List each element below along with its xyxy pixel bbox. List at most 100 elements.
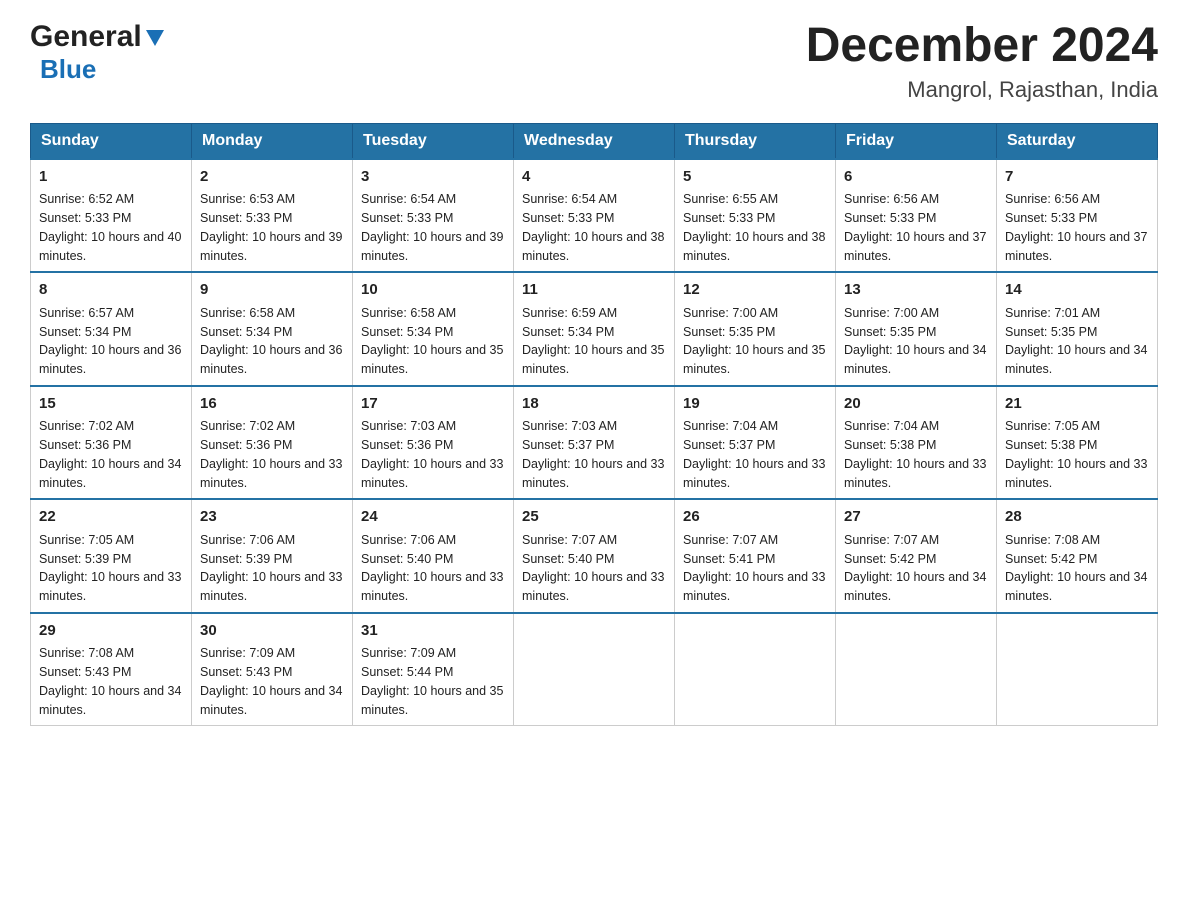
logo-general-text: General (30, 20, 142, 54)
day-number: 29 (39, 620, 183, 643)
day-number: 28 (1005, 506, 1149, 529)
sunset-text: Sunset: 5:33 PM (39, 209, 183, 228)
sunrise-text: Sunrise: 7:05 AM (1005, 417, 1149, 436)
sunset-text: Sunset: 5:44 PM (361, 663, 505, 682)
daylight-text: Daylight: 10 hours and 37 minutes. (844, 228, 988, 266)
day-number: 18 (522, 393, 666, 416)
sunrise-text: Sunrise: 6:54 AM (522, 190, 666, 209)
calendar-cell: 20Sunrise: 7:04 AMSunset: 5:38 PMDayligh… (836, 386, 997, 500)
daylight-text: Daylight: 10 hours and 34 minutes. (200, 682, 344, 720)
calendar-cell: 28Sunrise: 7:08 AMSunset: 5:42 PMDayligh… (997, 499, 1158, 613)
sunset-text: Sunset: 5:33 PM (200, 209, 344, 228)
calendar-cell: 30Sunrise: 7:09 AMSunset: 5:43 PMDayligh… (192, 613, 353, 726)
calendar-cell: 17Sunrise: 7:03 AMSunset: 5:36 PMDayligh… (353, 386, 514, 500)
calendar-cell: 26Sunrise: 7:07 AMSunset: 5:41 PMDayligh… (675, 499, 836, 613)
daylight-text: Daylight: 10 hours and 38 minutes. (683, 228, 827, 266)
sunrise-text: Sunrise: 7:04 AM (683, 417, 827, 436)
calendar-cell: 12Sunrise: 7:00 AMSunset: 5:35 PMDayligh… (675, 272, 836, 386)
sunset-text: Sunset: 5:35 PM (683, 323, 827, 342)
calendar-header-row: SundayMondayTuesdayWednesdayThursdayFrid… (31, 123, 1158, 159)
daylight-text: Daylight: 10 hours and 36 minutes. (200, 341, 344, 379)
sunrise-text: Sunrise: 7:02 AM (39, 417, 183, 436)
calendar-cell: 4Sunrise: 6:54 AMSunset: 5:33 PMDaylight… (514, 159, 675, 273)
sunset-text: Sunset: 5:40 PM (522, 550, 666, 569)
sunrise-text: Sunrise: 7:03 AM (361, 417, 505, 436)
calendar-cell: 29Sunrise: 7:08 AMSunset: 5:43 PMDayligh… (31, 613, 192, 726)
day-number: 15 (39, 393, 183, 416)
calendar-cell: 1Sunrise: 6:52 AMSunset: 5:33 PMDaylight… (31, 159, 192, 273)
logo: General Blue (30, 20, 166, 85)
day-number: 4 (522, 166, 666, 189)
daylight-text: Daylight: 10 hours and 34 minutes. (844, 341, 988, 379)
sunrise-text: Sunrise: 6:52 AM (39, 190, 183, 209)
sunrise-text: Sunrise: 7:09 AM (361, 644, 505, 663)
daylight-text: Daylight: 10 hours and 35 minutes. (361, 682, 505, 720)
day-number: 2 (200, 166, 344, 189)
weekday-header-wednesday: Wednesday (514, 123, 675, 159)
calendar-week-row-5: 29Sunrise: 7:08 AMSunset: 5:43 PMDayligh… (31, 613, 1158, 726)
calendar-cell: 6Sunrise: 6:56 AMSunset: 5:33 PMDaylight… (836, 159, 997, 273)
calendar-cell: 27Sunrise: 7:07 AMSunset: 5:42 PMDayligh… (836, 499, 997, 613)
sunset-text: Sunset: 5:34 PM (522, 323, 666, 342)
daylight-text: Daylight: 10 hours and 33 minutes. (683, 568, 827, 606)
sunrise-text: Sunrise: 7:04 AM (844, 417, 988, 436)
calendar-cell: 15Sunrise: 7:02 AMSunset: 5:36 PMDayligh… (31, 386, 192, 500)
calendar-week-row-4: 22Sunrise: 7:05 AMSunset: 5:39 PMDayligh… (31, 499, 1158, 613)
calendar-cell (675, 613, 836, 726)
sunset-text: Sunset: 5:36 PM (361, 436, 505, 455)
sunset-text: Sunset: 5:36 PM (39, 436, 183, 455)
daylight-text: Daylight: 10 hours and 33 minutes. (361, 568, 505, 606)
daylight-text: Daylight: 10 hours and 34 minutes. (1005, 568, 1149, 606)
sunrise-text: Sunrise: 7:07 AM (683, 531, 827, 550)
day-number: 24 (361, 506, 505, 529)
sunrise-text: Sunrise: 7:06 AM (361, 531, 505, 550)
sunset-text: Sunset: 5:36 PM (200, 436, 344, 455)
sunrise-text: Sunrise: 7:08 AM (1005, 531, 1149, 550)
day-number: 13 (844, 279, 988, 302)
daylight-text: Daylight: 10 hours and 33 minutes. (522, 455, 666, 493)
sunset-text: Sunset: 5:39 PM (200, 550, 344, 569)
day-number: 11 (522, 279, 666, 302)
day-number: 25 (522, 506, 666, 529)
daylight-text: Daylight: 10 hours and 38 minutes. (522, 228, 666, 266)
day-number: 21 (1005, 393, 1149, 416)
calendar-cell: 24 Sunrise: 7:06 AMSunset: 5:40 PMDayligh… (353, 499, 514, 613)
sunrise-text: Sunrise: 7:06 AM (200, 531, 344, 550)
sunset-text: Sunset: 5:33 PM (361, 209, 505, 228)
sunrise-text: Sunrise: 6:57 AM (39, 304, 183, 323)
calendar-cell: 11Sunrise: 6:59 AMSunset: 5:34 PMDayligh… (514, 272, 675, 386)
calendar-cell: 18Sunrise: 7:03 AMSunset: 5:37 PMDayligh… (514, 386, 675, 500)
sunset-text: Sunset: 5:34 PM (361, 323, 505, 342)
day-number: 7 (1005, 166, 1149, 189)
day-number: 26 (683, 506, 827, 529)
daylight-text: Daylight: 10 hours and 33 minutes. (200, 455, 344, 493)
logo-triangle-icon (144, 26, 166, 48)
sunset-text: Sunset: 5:39 PM (39, 550, 183, 569)
daylight-text: Daylight: 10 hours and 34 minutes. (39, 682, 183, 720)
day-number: 31 (361, 620, 505, 643)
calendar-cell: 23Sunrise: 7:06 AMSunset: 5:39 PMDayligh… (192, 499, 353, 613)
sunrise-text: Sunrise: 7:03 AM (522, 417, 666, 436)
daylight-text: Daylight: 10 hours and 33 minutes. (1005, 455, 1149, 493)
day-number: 8 (39, 279, 183, 302)
calendar-table: SundayMondayTuesdayWednesdayThursdayFrid… (30, 123, 1158, 727)
sunrise-text: Sunrise: 6:58 AM (361, 304, 505, 323)
daylight-text: Daylight: 10 hours and 34 minutes. (39, 455, 183, 493)
sunrise-text: Sunrise: 7:05 AM (39, 531, 183, 550)
sunrise-text: Sunrise: 6:56 AM (1005, 190, 1149, 209)
sunset-text: Sunset: 5:40 PM (361, 550, 505, 569)
daylight-text: Daylight: 10 hours and 37 minutes. (1005, 228, 1149, 266)
calendar-cell: 14Sunrise: 7:01 AMSunset: 5:35 PMDayligh… (997, 272, 1158, 386)
sunrise-text: Sunrise: 7:07 AM (844, 531, 988, 550)
sunset-text: Sunset: 5:35 PM (1005, 323, 1149, 342)
calendar-cell: 21Sunrise: 7:05 AMSunset: 5:38 PMDayligh… (997, 386, 1158, 500)
calendar-cell (997, 613, 1158, 726)
calendar-cell (514, 613, 675, 726)
calendar-cell: 8Sunrise: 6:57 AMSunset: 5:34 PMDaylight… (31, 272, 192, 386)
day-number: 5 (683, 166, 827, 189)
calendar-cell: 7Sunrise: 6:56 AMSunset: 5:33 PMDaylight… (997, 159, 1158, 273)
daylight-text: Daylight: 10 hours and 35 minutes. (522, 341, 666, 379)
sunrise-text: Sunrise: 6:56 AM (844, 190, 988, 209)
calendar-cell: 19Sunrise: 7:04 AMSunset: 5:37 PMDayligh… (675, 386, 836, 500)
daylight-text: Daylight: 10 hours and 33 minutes. (39, 568, 183, 606)
